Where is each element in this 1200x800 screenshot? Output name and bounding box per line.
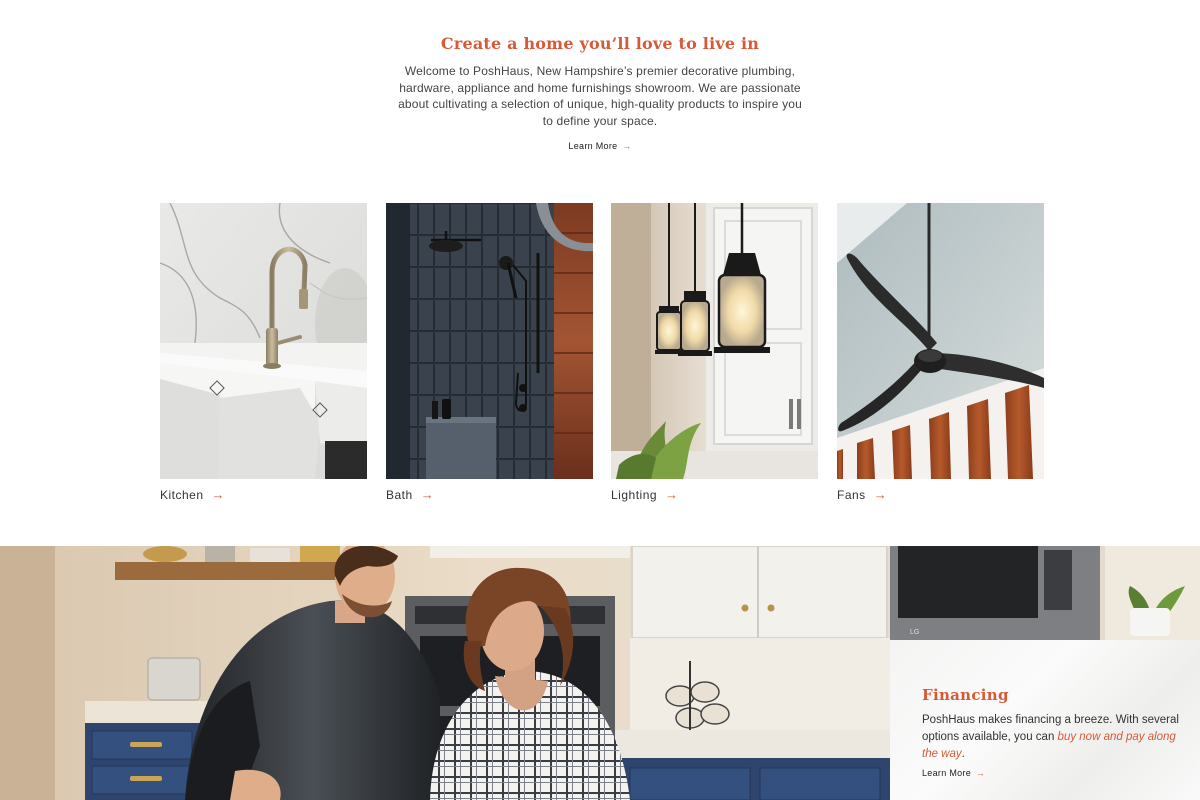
category-name: Kitchen — [160, 487, 204, 502]
financing-text-suffix: . — [961, 748, 965, 760]
intro-heading: Create a home you’ll love to live in — [440, 34, 760, 53]
lighting-image[interactable] — [611, 203, 818, 479]
fans-image[interactable] — [837, 203, 1044, 479]
financing-text: PoshHaus makes financing a breeze. With … — [922, 712, 1182, 763]
category-name: Lighting — [611, 487, 658, 502]
arrow-right-icon: → — [975, 768, 986, 778]
intro-section: Create a home you’ll love to live in Wel… — [0, 34, 1200, 154]
arrow-right-icon: → — [622, 141, 632, 151]
bath-image[interactable] — [386, 203, 593, 479]
category-label-bath[interactable]: Bath → — [386, 487, 593, 502]
financing-heading: Financing — [922, 686, 1009, 704]
category-card-lighting[interactable]: Lighting → — [611, 203, 818, 502]
category-label-fans[interactable]: Fans → — [837, 487, 1044, 502]
category-name: Bath — [386, 487, 413, 502]
intro-text: Welcome to PoshHaus, New Hampshire’s pre… — [398, 64, 802, 128]
kitchen-image[interactable] — [160, 203, 367, 479]
category-label-kitchen[interactable]: Kitchen → — [160, 487, 367, 502]
learn-more-label: Learn More — [568, 141, 618, 151]
arrow-right-icon: → — [211, 487, 226, 502]
category-card-bath[interactable]: Bath → — [386, 203, 593, 502]
category-label-lighting[interactable]: Lighting → — [611, 487, 818, 502]
arrow-right-icon: → — [873, 487, 888, 502]
category-card-fans[interactable]: Fans → — [837, 203, 1044, 502]
arrow-right-icon: → — [665, 487, 679, 502]
appliance-brand: LG — [910, 629, 919, 636]
category-name: Fans — [837, 487, 866, 502]
financing-learn-more-link[interactable]: Learn More → — [922, 768, 985, 778]
category-card-kitchen[interactable]: Kitchen → — [160, 203, 367, 502]
financing-card: Financing PoshHaus makes financing a bre… — [890, 640, 1200, 800]
arrow-right-icon: → — [420, 487, 435, 502]
intro-learn-more-link[interactable]: Learn More → — [568, 141, 631, 151]
learn-more-label: Learn More — [922, 768, 972, 778]
